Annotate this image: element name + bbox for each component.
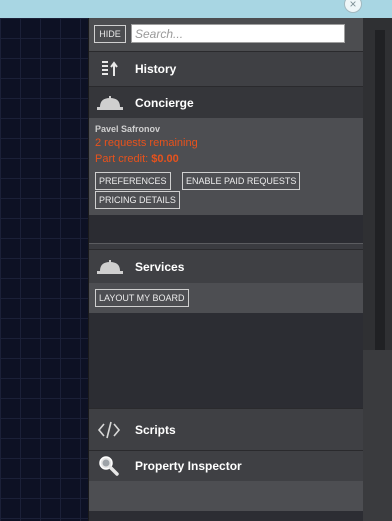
section-concierge[interactable]: Concierge [89,86,363,118]
services-panel: LAYOUT MY BOARD [89,283,363,313]
concierge-bell-icon [97,96,123,110]
right-panel-edge [362,350,392,521]
section-services[interactable]: Services [89,249,363,283]
part-credit: Part credit: $0.00 [95,153,179,165]
credit-label: Part credit: [95,153,149,165]
section-title: Concierge [135,96,194,110]
panel-bottom [89,511,363,521]
user-name: Pavel Safronov [95,124,161,134]
section-history[interactable]: History [89,51,363,86]
section-title: Scripts [135,423,176,437]
service-bell-icon [97,260,123,274]
section-title: History [135,62,177,76]
concierge-footer [89,215,363,243]
inspector-panel [89,481,363,511]
window-title-bar: × [0,0,392,18]
layout-my-board-button[interactable]: LAYOUT MY BOARD [95,289,189,307]
section-property-inspector[interactable]: Property Inspector [89,450,363,481]
requests-remaining: 2 requests remaining [95,137,198,149]
section-title: Services [135,260,185,274]
board-canvas[interactable] [0,18,88,521]
credit-value: $0.00 [151,153,179,165]
side-panel: HIDE History Concierge Pavel Safronov 2 … [88,18,363,521]
code-icon [97,421,121,439]
pricing-details-button[interactable]: PRICING DETAILS [95,191,180,209]
section-title: Property Inspector [135,459,242,473]
scrollbar-track[interactable] [375,30,385,350]
services-empty-area [89,313,363,408]
close-icon[interactable]: × [344,0,362,13]
section-scripts[interactable]: Scripts [89,408,363,450]
search-bar: HIDE [89,18,363,51]
concierge-panel: Pavel Safronov 2 requests remaining Part… [89,118,363,215]
history-icon [102,61,118,76]
hide-button[interactable]: HIDE [94,25,126,43]
magnifier-icon [99,456,119,476]
preferences-button[interactable]: PREFERENCES [95,172,171,190]
enable-paid-requests-button[interactable]: ENABLE PAID REQUESTS [182,172,301,190]
search-input[interactable] [131,24,345,43]
